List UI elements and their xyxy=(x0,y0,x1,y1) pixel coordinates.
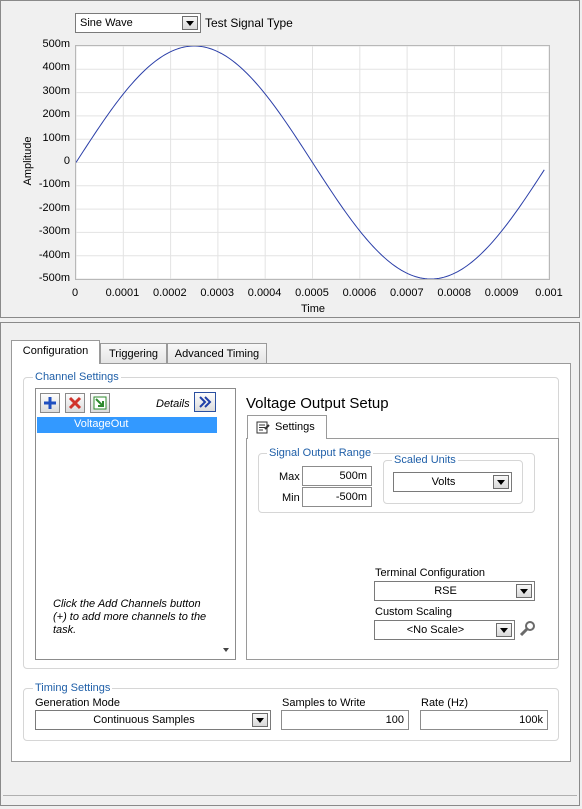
details-label: Details xyxy=(156,398,190,410)
wrench-icon[interactable] xyxy=(518,620,536,638)
y-tick-label: -200m xyxy=(38,201,70,214)
chevron-down-icon[interactable] xyxy=(516,584,532,598)
y-tick-label: -400m xyxy=(38,248,70,261)
y-tick-label: 100m xyxy=(42,131,70,144)
x-tick-label: 0.0006 xyxy=(342,287,377,299)
tab-configuration-label: Configuration xyxy=(22,345,89,357)
waveform-plot xyxy=(76,46,549,279)
rate-label: Rate (Hz) xyxy=(421,697,469,709)
tab-triggering-label: Triggering xyxy=(108,348,159,360)
chevron-down-icon[interactable] xyxy=(182,16,198,30)
double-chevron-right-icon xyxy=(199,396,212,408)
channel-list[interactable]: Details VoltageOut Click the Add Channel… xyxy=(35,388,236,660)
x-tick-label: 0.0007 xyxy=(389,287,424,299)
y-tick-label: 500m xyxy=(42,38,70,50)
y-tick-label: 200m xyxy=(42,108,70,121)
x-tick-label: 0.0009 xyxy=(484,287,519,299)
x-tick-label: 0.0004 xyxy=(247,287,282,299)
graph-panel: Sine Wave Test Signal Type Amplitude 500… xyxy=(0,0,580,318)
terminal-config-select[interactable]: RSE xyxy=(374,581,535,601)
remove-channel-button[interactable] xyxy=(65,393,85,413)
x-axis-label: Time xyxy=(301,303,326,315)
tab-configuration[interactable]: Configuration xyxy=(11,340,100,364)
y-tick-label: -300m xyxy=(38,225,70,238)
channel-name: VoltageOut xyxy=(74,418,129,430)
channel-settings-title: Channel Settings xyxy=(33,371,121,383)
min-label: Min xyxy=(282,492,300,504)
y-tick-label: -100m xyxy=(38,178,70,191)
tab-settings-label: Settings xyxy=(275,421,315,433)
channel-list-item-selected[interactable]: VoltageOut xyxy=(37,417,217,433)
rate-field[interactable]: 100k xyxy=(420,710,548,730)
chevron-down-icon[interactable] xyxy=(496,623,512,637)
y-tick-label: -500m xyxy=(38,272,70,284)
chevron-down-icon[interactable] xyxy=(252,713,268,727)
scaled-units-select[interactable]: Volts xyxy=(393,472,512,492)
generation-mode-select[interactable]: Continuous Samples xyxy=(35,710,271,730)
config-panel: Configuration Triggering Advanced Timing… xyxy=(0,322,580,806)
x-tick-label: 0.0008 xyxy=(437,287,472,299)
chevron-down-icon[interactable] xyxy=(493,475,509,489)
arrow-in-icon xyxy=(93,396,107,410)
generation-mode-label: Generation Mode xyxy=(35,697,120,709)
terminal-config-label: Terminal Configuration xyxy=(375,567,486,579)
y-tick-label: 400m xyxy=(42,61,70,74)
x-tick-label: 0.0005 xyxy=(295,287,329,299)
x-tick-label: 0.0001 xyxy=(105,287,140,299)
tab-settings[interactable]: Settings xyxy=(247,415,327,439)
configuration-tab-body: Channel Settings Details VoltageOut Clic… xyxy=(11,363,571,762)
scaled-units-title: Scaled Units xyxy=(392,454,458,466)
footer-area xyxy=(3,795,577,796)
plus-icon xyxy=(44,397,56,409)
x-tick-label: 0.0003 xyxy=(200,287,235,299)
tab-triggering[interactable]: Triggering xyxy=(100,343,167,364)
scroll-down-arrow-icon[interactable] xyxy=(223,648,229,652)
settings-document-icon xyxy=(256,421,270,434)
tab-advanced-timing-label: Advanced Timing xyxy=(174,348,260,360)
min-field[interactable]: -500m xyxy=(302,487,372,507)
max-label: Max xyxy=(279,471,300,483)
channel-list-scrollbar[interactable] xyxy=(219,417,235,659)
samples-to-write-label: Samples to Write xyxy=(282,697,366,709)
configure-channel-button[interactable] xyxy=(90,393,110,413)
signal-type-label: Test Signal Type xyxy=(205,16,293,30)
terminal-config-value: RSE xyxy=(434,585,457,597)
samples-to-write-field[interactable]: 100 xyxy=(281,710,409,730)
y-tick-label: 300m xyxy=(42,84,70,97)
plot-area[interactable] xyxy=(75,45,550,280)
custom-scaling-value: <No Scale> xyxy=(406,624,465,636)
timing-settings-title: Timing Settings xyxy=(33,682,113,694)
generation-mode-value: Continuous Samples xyxy=(93,714,195,726)
signal-output-range-title: Signal Output Range xyxy=(267,447,374,459)
tab-advanced-timing[interactable]: Advanced Timing xyxy=(167,343,267,364)
x-tick-label: 0.0002 xyxy=(152,287,187,299)
details-toggle-button[interactable] xyxy=(194,392,216,412)
remove-x-icon xyxy=(68,396,82,410)
add-channel-button[interactable] xyxy=(40,393,60,413)
signal-type-select[interactable]: Sine Wave xyxy=(75,13,201,33)
voltage-setup-title: Voltage Output Setup xyxy=(246,395,389,412)
x-tick-label: 0.001 xyxy=(535,287,563,299)
add-channel-hint: Click the Add Channels button (+) to add… xyxy=(53,598,207,636)
signal-type-value: Sine Wave xyxy=(80,17,133,29)
custom-scaling-select[interactable]: <No Scale> xyxy=(374,620,515,640)
max-field[interactable]: 500m xyxy=(302,466,372,486)
y-tick-label: 0 xyxy=(63,155,70,167)
settings-tab-body: Signal Output Range Max 500m Min -500m S… xyxy=(246,438,559,660)
scaled-units-value: Volts xyxy=(431,476,456,488)
x-tick-label: 0 xyxy=(71,287,79,299)
custom-scaling-label: Custom Scaling xyxy=(375,606,453,618)
